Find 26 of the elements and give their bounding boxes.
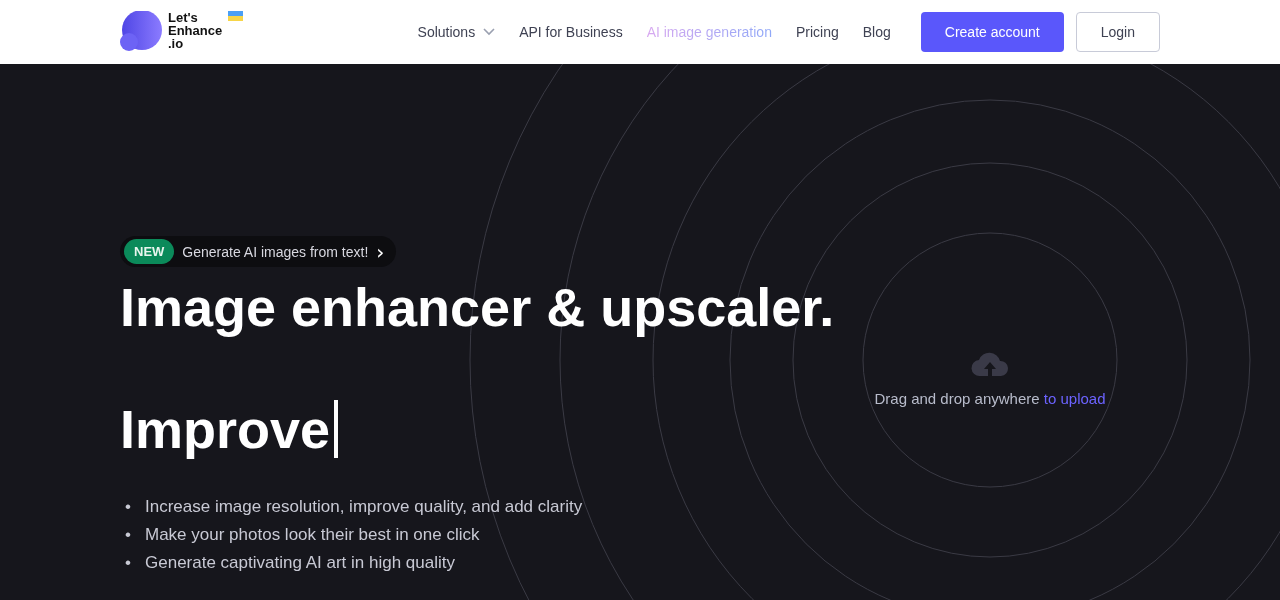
announcement-text: Generate AI images from text! xyxy=(182,243,369,260)
upload-link[interactable]: to upload xyxy=(1043,390,1106,407)
flag-icon xyxy=(228,11,244,21)
login-button[interactable]: Login xyxy=(1075,12,1160,52)
typed-word: Improve xyxy=(120,399,331,459)
announcement-pill[interactable]: NEW Generate AI images from text! › xyxy=(120,236,397,267)
logo-wordmark[interactable]: Let's Enhance .io xyxy=(168,11,223,50)
bullet-marker: • xyxy=(125,496,132,518)
feature-item: Increase image resolution, improve quality, and add clarity xyxy=(145,496,583,518)
bullet-marker: • xyxy=(125,524,132,546)
feature-item: Generate captivating AI art in high quality xyxy=(145,552,455,574)
chevron-down-icon xyxy=(483,28,496,36)
chevron-right-icon: › xyxy=(376,241,385,262)
text-cursor xyxy=(334,400,339,458)
upload-hint: Drag and drop anywhere to upload xyxy=(874,390,1106,407)
headline: Image enhancer & upscaler. xyxy=(120,277,836,337)
logo-icon xyxy=(120,11,162,53)
nav-link[interactable]: Solutions xyxy=(417,24,496,40)
create-account-button[interactable]: Create account xyxy=(920,12,1064,52)
bullet-marker: • xyxy=(125,552,132,574)
feature-item: Make your photos look their best in one click xyxy=(145,524,480,546)
new-badge: NEW xyxy=(124,239,175,264)
nav-link[interactable]: Pricing xyxy=(795,24,839,40)
nav-link[interactable]: API for Business xyxy=(519,24,623,40)
upload-cloud-icon xyxy=(970,350,1010,378)
nav-link[interactable]: Blog xyxy=(862,24,891,40)
